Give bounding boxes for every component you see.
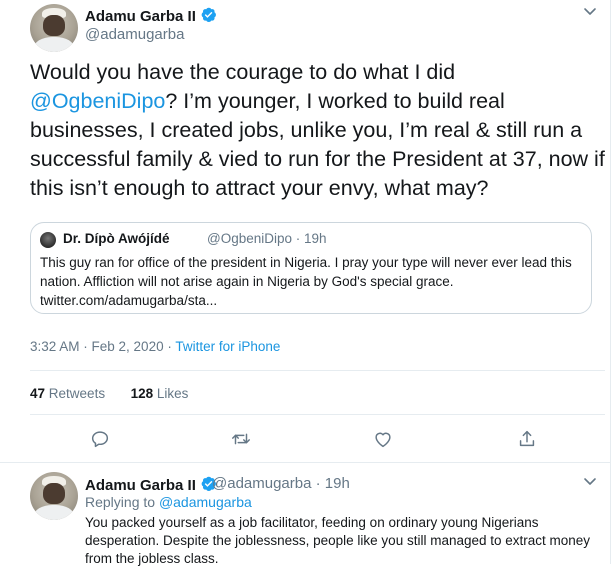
- quoted-author-avatar: [40, 232, 56, 248]
- replying-to: Replying to @adamugarba: [85, 494, 252, 510]
- reply-tweet-text: You packed yourself as a job facilitator…: [85, 515, 591, 566]
- divider: [30, 414, 605, 415]
- divider: [0, 462, 611, 463]
- mention-link[interactable]: @OgbeniDipo: [30, 89, 165, 113]
- retweets-stat[interactable]: 47 Retweets: [30, 386, 105, 401]
- likes-label: Likes: [156, 386, 189, 401]
- reply-author-avatar[interactable]: [30, 472, 78, 520]
- tweet-text: Would you have the courage to do what I …: [30, 58, 605, 203]
- tweet-timestamp[interactable]: 3:32 AM · Feb 2, 2020 ·: [30, 339, 175, 354]
- divider: [30, 370, 605, 371]
- author-name[interactable]: Adamu Garba II: [85, 6, 217, 25]
- share-icon[interactable]: [516, 428, 538, 450]
- tweet-stats: 47 Retweets 128 Likes: [30, 386, 188, 401]
- reply-author-name[interactable]: Adamu Garba II: [85, 475, 217, 494]
- author-avatar[interactable]: [30, 4, 78, 52]
- tweet-source[interactable]: Twitter for iPhone: [175, 339, 280, 354]
- quoted-author-name: Dr. Dípò Awójídé: [63, 231, 170, 246]
- like-icon[interactable]: [372, 428, 394, 450]
- reply-icon[interactable]: [89, 428, 111, 450]
- retweet-icon[interactable]: [230, 428, 252, 450]
- quoted-tweet-text: This guy ran for office of the president…: [40, 255, 572, 308]
- retweets-label: Retweets: [48, 386, 106, 401]
- likes-stat[interactable]: 128 Likes: [131, 386, 189, 401]
- likes-count: 128: [130, 386, 154, 401]
- author-name-text: Adamu Garba II: [85, 8, 196, 25]
- verified-badge-icon: [201, 7, 216, 23]
- tweet-meta: 3:32 AM · Feb 2, 2020 · Twitter for iPho…: [30, 339, 280, 354]
- quoted-author-handle: @OgbeniDipo · 19h: [207, 231, 327, 246]
- replying-prefix: Replying to: [85, 494, 159, 510]
- tweet-text-part1: Would you have the courage to do what I …: [30, 60, 456, 84]
- author-handle[interactable]: @adamugarba: [85, 26, 184, 43]
- retweets-count: 47: [30, 386, 46, 401]
- chevron-down-icon[interactable]: [583, 4, 597, 21]
- chevron-down-icon[interactable]: [583, 474, 597, 491]
- reply-author-handle[interactable]: @adamugarba · 19h: [212, 475, 350, 492]
- reply-author-name-text: Adamu Garba II: [85, 477, 196, 494]
- replying-to-link[interactable]: @adamugarba: [159, 494, 252, 510]
- quoted-tweet[interactable]: Dr. Dípò Awójídé @OgbeniDipo · 19h This …: [30, 222, 592, 314]
